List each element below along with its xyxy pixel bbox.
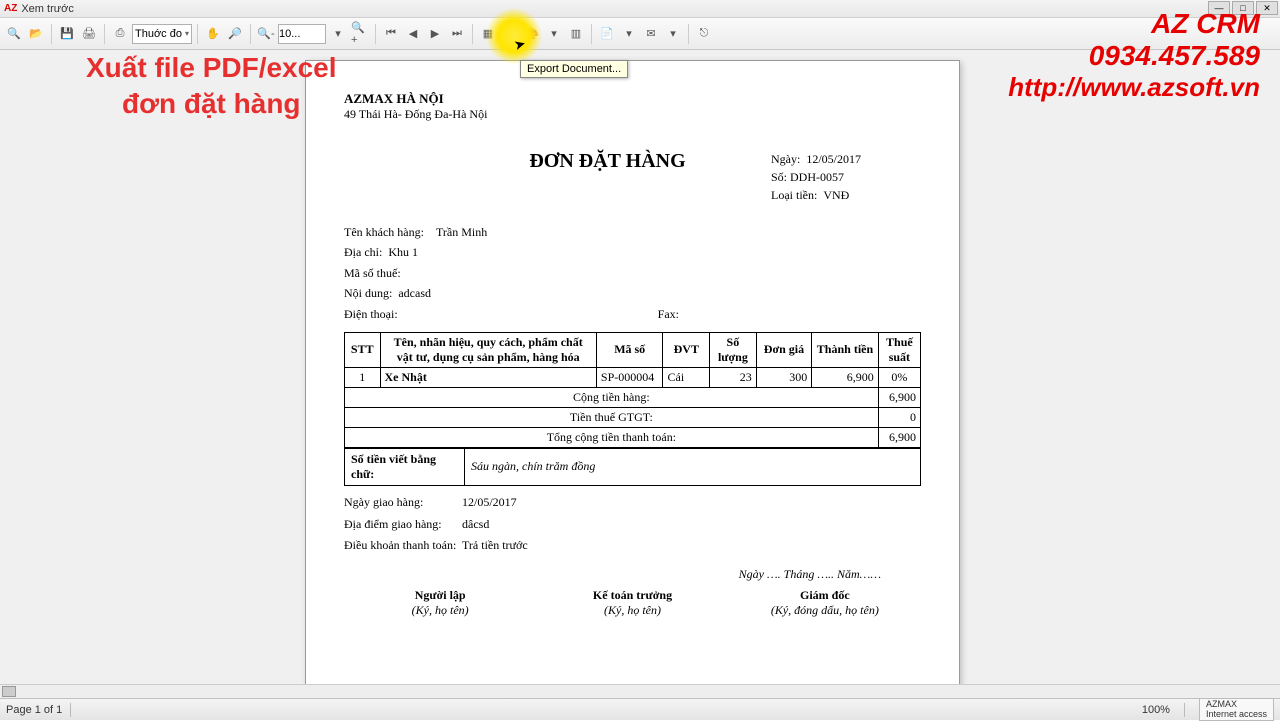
window-title: Xem trước — [21, 3, 73, 15]
preview-viewport: AZMAX HÀ NỘI 49 Thái Hà- Đống Đa-Hà Nội … — [0, 50, 1280, 698]
print-icon[interactable]: 🖨 — [79, 24, 99, 44]
save-icon[interactable]: 💾 — [57, 24, 77, 44]
page-indicator: Page 1 of 1 — [6, 704, 62, 716]
first-page-icon[interactable]: ⏮ — [381, 24, 401, 44]
company-name: AZMAX HÀ NỘI — [344, 91, 921, 107]
document-page: AZMAX HÀ NỘI 49 Thái Hà- Đống Đa-Hà Nội … — [305, 60, 960, 698]
magnifier-icon[interactable]: 🔎 — [225, 24, 245, 44]
scale-dropdown[interactable]: Thuớc đo — [132, 24, 192, 44]
order-table: STT Tên, nhãn hiệu, quy cách, phẩm chất … — [344, 332, 921, 448]
document-title: ĐƠN ĐẶT HÀNG — [444, 150, 771, 204]
zoomout-icon[interactable]: 🔍- — [256, 24, 276, 44]
customer-info: Tên khách hàng: Trần Minh Địa chỉ: Khu 1… — [344, 222, 921, 324]
hand-icon[interactable]: ✋ — [203, 24, 223, 44]
last-page-icon[interactable]: ⏭ — [447, 24, 467, 44]
next-page-icon[interactable]: ▶ — [425, 24, 445, 44]
watermark-icon[interactable]: ▥ — [566, 24, 586, 44]
export-dropdown-icon[interactable]: ▾ — [619, 24, 639, 44]
app-logo: AZ — [4, 3, 17, 14]
zoom-indicator: 100% — [1142, 704, 1170, 716]
email-dropdown-icon[interactable]: ▾ — [663, 24, 683, 44]
signature-row: Người lập(Ký, họ tên) Kế toán trưởng(Ký,… — [344, 588, 921, 618]
status-bar: Page 1 of 1 100% AZMAX Internet access — [0, 698, 1280, 720]
table-row: 1 Xe Nhật SP-000004 Cái 23 300 6,900 0% — [345, 367, 921, 387]
prev-page-icon[interactable]: ◀ — [403, 24, 423, 44]
toolbar: 🔍 📂 💾 🖨 ⎙ Thuớc đo ✋ 🔎 🔍- ▾ 🔍+ ⏮ ◀ ▶ ⏭ ▦… — [0, 18, 1280, 50]
title-bar: AZ Xem trước — □ ✕ — [0, 0, 1280, 18]
signature-date: Ngày …. Tháng ….. Năm…… — [344, 567, 921, 582]
minimize-button[interactable]: — — [1208, 1, 1230, 15]
open-icon[interactable]: 📂 — [26, 24, 46, 44]
close-button[interactable]: ✕ — [1256, 1, 1278, 15]
search-icon[interactable]: 🔍 — [4, 24, 24, 44]
horizontal-scrollbar[interactable] — [0, 684, 1280, 698]
status-box: AZMAX Internet access — [1199, 698, 1274, 721]
quickprint-icon[interactable]: ⎙ — [110, 24, 130, 44]
zoomin-icon[interactable]: 🔍+ — [350, 24, 370, 44]
amount-in-words: Số tiền viết bằng chữ:Sáu ngàn, chín tră… — [344, 448, 921, 486]
zoom-dropdown-icon[interactable]: ▾ — [328, 24, 348, 44]
maximize-button[interactable]: □ — [1232, 1, 1254, 15]
color-icon[interactable]: 🎨 — [522, 24, 542, 44]
document-meta: Ngày: 12/05/2017 Số: DDH-0057 Loại tiền:… — [771, 150, 921, 204]
footer-info: Ngày giao hàng:12/05/2017 Địa điểm giao … — [344, 492, 921, 557]
company-address: 49 Thái Hà- Đống Đa-Hà Nội — [344, 107, 921, 122]
export-tooltip: Export Document... — [520, 60, 628, 78]
color-dropdown-icon[interactable]: ▾ — [544, 24, 564, 44]
multipage-dropdown-icon[interactable]: ▾ — [500, 24, 520, 44]
zoom-combo[interactable] — [278, 24, 326, 44]
exit-icon[interactable]: ⎋ — [694, 24, 714, 44]
email-icon[interactable]: ✉ — [641, 24, 661, 44]
multipage-icon[interactable]: ▦ — [478, 24, 498, 44]
export-icon[interactable]: 📄 — [597, 24, 617, 44]
